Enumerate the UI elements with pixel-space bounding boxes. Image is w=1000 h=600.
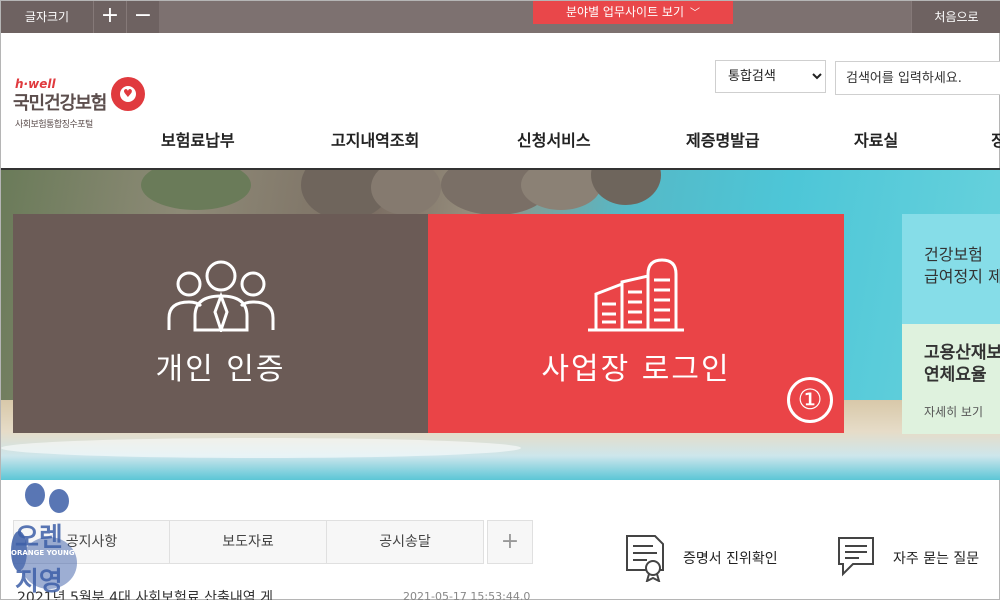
font-size-increase-button[interactable]: + [93,1,126,33]
speech-bubble-icon [838,537,874,577]
nav-item-premium-payment[interactable]: 보험료납부 [161,127,235,151]
people-group-icon [167,260,274,332]
personal-auth-label: 개인 인증 [155,352,286,387]
tab-public-service[interactable]: 공시송달 [326,520,484,564]
logo-name: 국민건강보험 [13,93,107,114]
notice-card-suspension[interactable]: 건강보험 급여정지 제 [902,214,1000,324]
main-navigation: 보험료납부 고지내역조회 신청서비스 제증명발급 자료실 징 [1,113,1000,169]
certificate-verification-label: 증명서 진위확인 [683,551,778,567]
font-size-label: 글자크기 [1,1,93,33]
notice-line-1: 건강보험 [924,245,983,264]
notice-card-overdue-rate[interactable]: 고용산재보 연체요율 자세히 보기 [902,324,1000,434]
nav-item-billing-inquiry[interactable]: 고지내역조회 [331,127,419,151]
notice-line-2: 연체요율 [924,365,987,385]
step-badge: ① [787,377,833,423]
watermark-logo: 오렌 지영 ORANGE YOUNG [7,481,89,597]
personal-auth-tile[interactable]: 개인 인증 [13,214,428,433]
certificate-verification-link[interactable]: 증명서 진위확인 [623,532,813,582]
building-icon [588,258,684,332]
faq-link[interactable]: 자주 묻는 질문 [833,532,1000,582]
certificate-icon [626,535,664,582]
business-sites-dropdown-button[interactable]: 분야별 업무사이트 보기 ﹀ [533,1,733,24]
watermark-text-bottom: 지영 [15,567,63,597]
search-scope-select[interactable]: 통합검색 [715,60,826,93]
tab-press-releases[interactable]: 보도자료 [169,520,327,564]
more-posts-button[interactable]: + [487,520,533,564]
font-size-decrease-button[interactable]: − [126,1,159,33]
search-input[interactable] [835,61,1000,95]
nav-item-resources[interactable]: 자료실 [854,127,898,151]
notice-line-1: 고용산재보 [924,343,1000,363]
logo-heart-icon: ♥ [111,77,145,111]
business-sites-label: 분야별 업무사이트 보기 [565,5,685,19]
notice-more-link[interactable]: 자세히 보기 [924,403,983,420]
nav-item-application-service[interactable]: 신청서비스 [517,127,591,151]
business-login-tile[interactable]: 사업장 로그인 ① [428,214,844,433]
notice-card-title: 고용산재보 연체요율 [924,342,1000,386]
notice-card-title: 건강보험 급여정지 제 [924,244,1000,288]
nav-item-certificate-issuance[interactable]: 제증명발급 [686,127,760,151]
notice-line-2: 급여정지 제 [924,267,1000,286]
top-utility-bar: 글자크기 + − 분야별 업무사이트 보기 ﹀ 처음으로 [1,1,1000,33]
faq-label: 자주 묻는 질문 [893,551,980,567]
news-item-date: 2021-05-17 15:53:44.0 [403,590,531,600]
chevron-down-icon: ﹀ [690,8,701,19]
watermark-text-en: ORANGE YOUNG [11,549,75,557]
home-link[interactable]: 처음으로 [911,1,1000,33]
business-login-label: 사업장 로그인 [541,352,731,387]
nav-item-collection[interactable]: 징 [991,127,1000,151]
